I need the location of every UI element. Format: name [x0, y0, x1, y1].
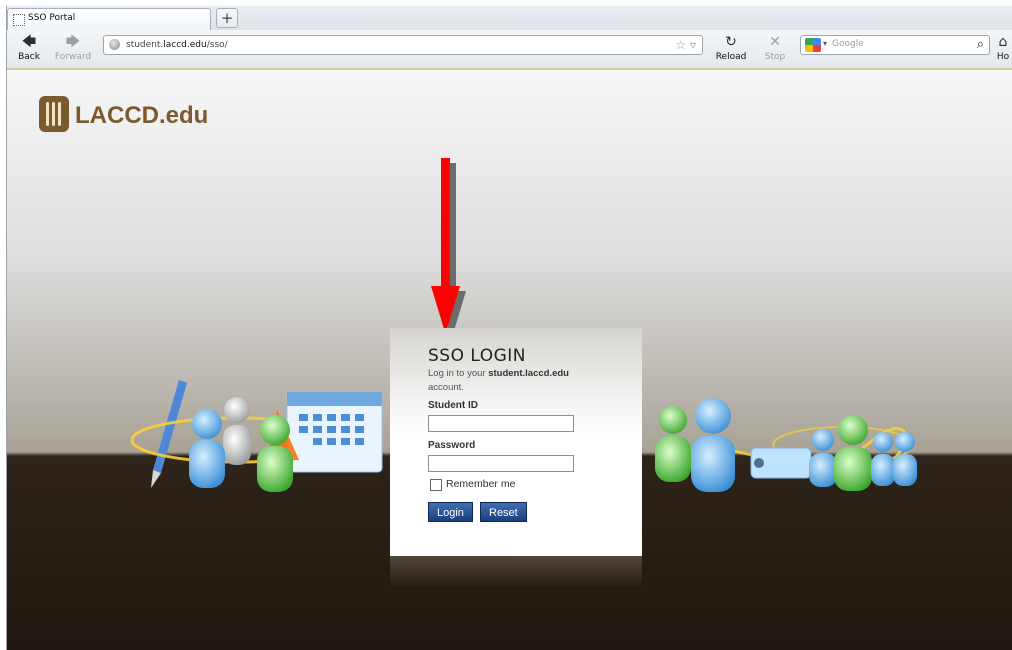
password-input[interactable] [428, 455, 574, 472]
back-arrow-icon: 🡄 [21, 34, 37, 50]
search-bar[interactable]: ▾ Google ⌕ [800, 35, 990, 55]
student-id-input[interactable] [428, 415, 574, 432]
stop-button[interactable]: ✕ Stop [755, 33, 795, 65]
subtitle-prefix: Log in to your [428, 368, 489, 379]
forward-label: Forward [54, 52, 92, 62]
bookmark-star-icon[interactable]: ☆ ▿ [675, 38, 696, 52]
reload-label: Reload [715, 52, 747, 62]
google-icon [805, 38, 821, 52]
login-panel: SSO LOGIN Log in to your student.laccd.e… [390, 328, 642, 586]
subtitle-site: student.laccd.edu [488, 368, 569, 379]
reload-icon: ↻ [725, 34, 737, 50]
forward-arrow-icon: 🡆 [65, 34, 81, 50]
remember-me-checkbox[interactable] [430, 479, 442, 491]
address-bar[interactable]: student.laccd.edu/sso/ ☆ ▿ [103, 35, 703, 55]
logo-text: LACCD.edu [75, 102, 209, 129]
left-illustration [127, 370, 387, 550]
url-path: /sso/ [206, 40, 228, 50]
stop-label: Stop [764, 52, 786, 62]
wheat-icon [39, 96, 69, 132]
remember-me-label: Remember me [446, 478, 516, 490]
page-icon [13, 14, 25, 26]
home-label: Ho [996, 52, 1010, 62]
red-arrow-icon [431, 158, 460, 334]
url-text: student.laccd.edu/sso/ [126, 40, 228, 50]
login-button[interactable]: Login [428, 502, 473, 522]
people-calendar-illustration [130, 380, 383, 492]
home-icon: ⌂ [998, 34, 1008, 50]
url-prefix: student. [126, 40, 164, 50]
people-projector-illustration [655, 398, 917, 492]
new-tab-button[interactable]: + [216, 8, 238, 28]
back-button[interactable]: 🡄 Back [9, 33, 49, 65]
page-content: LACCD.edu SSO LOGIN Log in to your stude… [7, 70, 1012, 650]
reset-button[interactable]: Reset [480, 502, 527, 522]
back-label: Back [18, 52, 40, 62]
globe-icon [109, 39, 120, 50]
login-subtitle-suffix: account. [428, 382, 464, 393]
tab-title: SSO Portal [28, 13, 76, 23]
browser-window: SSO Portal + 🡄 Back 🡆 Forward student.la… [6, 6, 1012, 650]
login-title: SSO LOGIN [428, 346, 527, 366]
right-illustration [643, 390, 933, 560]
search-icon[interactable]: ⌕ [977, 37, 984, 52]
password-label: Password [428, 440, 476, 451]
stop-icon: ✕ [769, 34, 781, 50]
panel-reflection [390, 556, 642, 586]
tab-sso-portal[interactable]: SSO Portal [7, 8, 211, 30]
student-id-label: Student ID [428, 400, 478, 411]
tab-strip: SSO Portal + [7, 6, 1012, 30]
home-button[interactable]: ⌂ Ho [993, 33, 1012, 65]
search-placeholder: Google [832, 39, 864, 49]
url-domain: laccd.edu [163, 40, 207, 50]
chevron-down-icon[interactable]: ▾ [823, 39, 827, 48]
forward-button[interactable]: 🡆 Forward [53, 33, 93, 65]
navigation-toolbar: 🡄 Back 🡆 Forward student.laccd.edu/sso/ … [7, 30, 1012, 70]
login-subtitle: Log in to your student.laccd.edu [428, 368, 569, 379]
reload-button[interactable]: ↻ Reload [711, 33, 751, 65]
